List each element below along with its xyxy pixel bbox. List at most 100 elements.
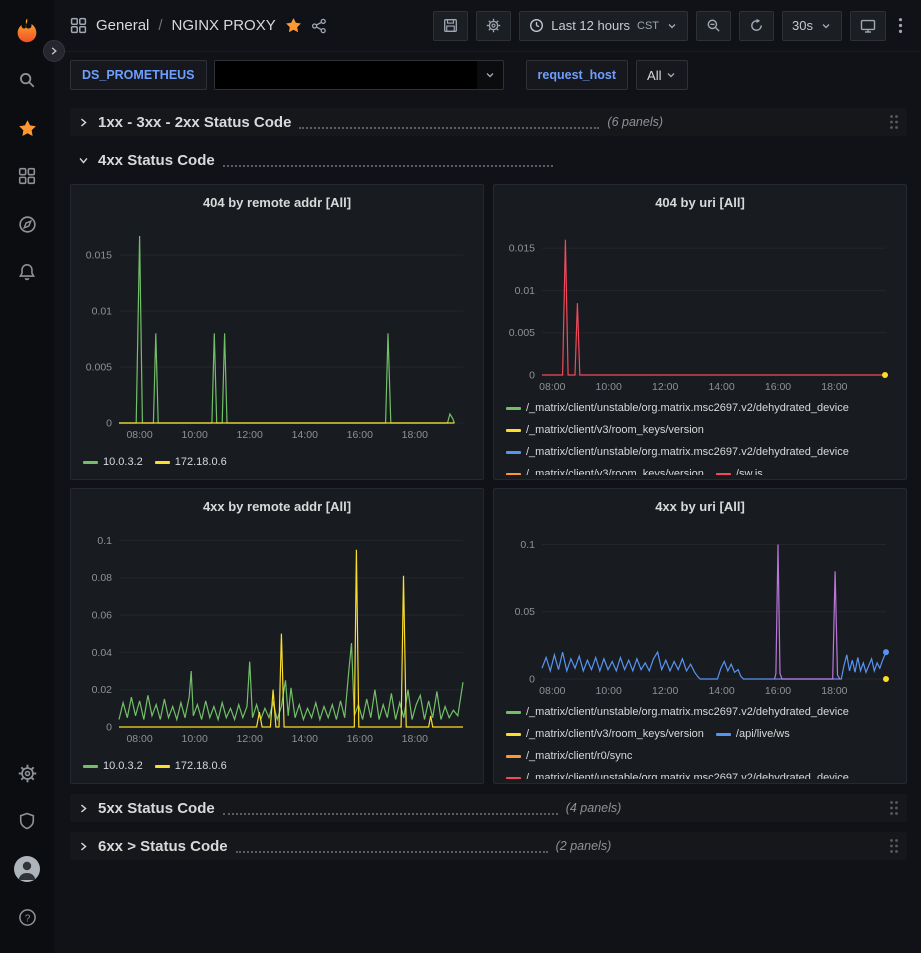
sidebar-item-help[interactable]: ?: [0, 893, 54, 941]
refresh-button[interactable]: [739, 11, 774, 41]
legend-item[interactable]: /_matrix/client/unstable/org.matrix.msc2…: [506, 701, 849, 723]
favorite-star-icon[interactable]: [285, 17, 302, 34]
sidebar-expand-chevron[interactable]: [43, 40, 65, 62]
panel-title[interactable]: 404 by uri [All]: [502, 191, 898, 217]
svg-text:0.05: 0.05: [515, 606, 536, 618]
svg-text:16:00: 16:00: [347, 733, 373, 745]
chevron-down-icon: [76, 155, 90, 166]
legend-item[interactable]: /api/live/ws: [716, 723, 790, 745]
request-host-variable-dropdown[interactable]: All: [636, 60, 688, 90]
sidebar-item-alerting[interactable]: [0, 248, 54, 296]
row-header-6xx[interactable]: 6xx > Status Code (2 panels): [70, 832, 907, 860]
grafana-app: ? General / NGINX PROXY: [0, 0, 921, 953]
legend-item[interactable]: /_matrix/client/unstable/org.matrix.msc2…: [506, 441, 849, 463]
chart-4xx-by-uri[interactable]: 00.050.108:0010:0012:0014:0016:0018:00: [502, 521, 898, 699]
panel-4xx-by-remote-addr: 4xx by remote addr [All] 00.020.040.060.…: [70, 488, 484, 784]
series-color-dash: [506, 473, 521, 476]
series-name: /_matrix/client/unstable/org.matrix.msc2…: [526, 772, 849, 779]
svg-text:?: ?: [24, 913, 30, 924]
series-name: /_matrix/client/v3/room_keys/version: [526, 728, 704, 740]
row-drag-handle[interactable]: [887, 114, 901, 130]
row-header-1xx-3xx-2xx[interactable]: 1xx - 3xx - 2xx Status Code (6 panels): [70, 108, 907, 136]
series-name: /_matrix/client/v3/room_keys/version: [526, 424, 704, 436]
sidebar-item-configuration[interactable]: [0, 749, 54, 797]
refresh-interval-picker[interactable]: 30s: [782, 11, 842, 41]
tv-mode-button[interactable]: [850, 11, 886, 41]
chevron-right-icon: [76, 117, 90, 128]
svg-text:0: 0: [529, 674, 535, 686]
breadcrumb-folder[interactable]: General: [96, 17, 149, 34]
svg-text:14:00: 14:00: [708, 381, 734, 393]
svg-text:18:00: 18:00: [821, 381, 847, 393]
legend-item[interactable]: /_matrix/client/unstable/org.matrix.msc2…: [506, 767, 849, 779]
svg-text:10:00: 10:00: [182, 429, 208, 441]
grafana-logo[interactable]: [12, 6, 42, 56]
legend-item[interactable]: /_matrix/client/v3/room_keys/version: [506, 723, 704, 745]
legend-item[interactable]: /_matrix/client/unstable/org.matrix.msc2…: [506, 397, 849, 419]
svg-text:0.04: 0.04: [92, 647, 113, 659]
legend-item[interactable]: 172.18.0.6: [155, 755, 227, 777]
legend-item[interactable]: 172.18.0.6: [155, 451, 227, 473]
sidebar-item-search[interactable]: [0, 56, 54, 104]
sidebar-item-server-admin[interactable]: [0, 797, 54, 845]
sidebar: ?: [0, 0, 54, 953]
row-header-4xx[interactable]: 4xx Status Code: [70, 146, 907, 174]
panel-404-by-remote-addr: 404 by remote addr [All] 00.0050.010.015…: [70, 184, 484, 480]
help-icon: ?: [18, 908, 37, 927]
timezone-label: CST: [637, 20, 659, 32]
chevron-down-icon: [477, 69, 503, 81]
row-title: 4xx Status Code: [98, 152, 215, 169]
dotted-leader: [299, 116, 599, 129]
sidebar-item-dashboards[interactable]: [0, 152, 54, 200]
datasource-variable-label[interactable]: DS_PROMETHEUS: [70, 60, 207, 90]
svg-text:08:00: 08:00: [539, 685, 565, 697]
legend-item[interactable]: /_matrix/client/r0/sync: [506, 745, 632, 767]
save-dashboard-button[interactable]: [433, 11, 468, 41]
kebab-menu-button[interactable]: [894, 11, 907, 41]
series-color-dash: [506, 429, 521, 432]
legend-item[interactable]: /_matrix/client/v3/room_keys/version: [506, 463, 704, 475]
star-icon: [18, 119, 37, 138]
row-title: 1xx - 3xx - 2xx Status Code: [98, 114, 291, 131]
gear-icon: [486, 18, 501, 33]
legend-item[interactable]: 10.0.3.2: [83, 451, 143, 473]
time-range-label: Last 12 hours: [551, 18, 630, 33]
row-drag-handle[interactable]: [887, 800, 901, 816]
chart-404-by-uri[interactable]: 00.0050.010.01508:0010:0012:0014:0016:00…: [502, 217, 898, 395]
refresh-interval-label: 30s: [792, 18, 813, 33]
panel-title[interactable]: 4xx by uri [All]: [502, 495, 898, 521]
series-color-dash: [716, 473, 731, 476]
series-name: /_matrix/client/unstable/org.matrix.msc2…: [526, 402, 849, 414]
series-color-dash: [506, 407, 521, 410]
zoom-out-icon: [706, 18, 721, 33]
legend-item[interactable]: /sw.js: [716, 463, 763, 475]
legend-item[interactable]: 10.0.3.2: [83, 755, 143, 777]
chart-4xx-by-remote-addr[interactable]: 00.020.040.060.080.108:0010:0012:0014:00…: [79, 521, 475, 747]
avatar: [14, 856, 40, 882]
bell-icon: [18, 263, 36, 281]
chevron-right-icon: [76, 803, 90, 814]
request-host-variable-label[interactable]: request_host: [526, 60, 629, 90]
chart-404-by-remote-addr[interactable]: 00.0050.010.01508:0010:0012:0014:0016:00…: [79, 217, 475, 443]
sidebar-item-profile[interactable]: [0, 845, 54, 893]
zoom-out-time-button[interactable]: [696, 11, 731, 41]
grafana-flame-icon: [12, 16, 42, 46]
share-icon[interactable]: [311, 18, 327, 34]
dashboard-title[interactable]: NGINX PROXY: [172, 17, 276, 34]
legend-item[interactable]: /_matrix/client/v3/room_keys/version: [506, 419, 704, 441]
time-range-picker[interactable]: Last 12 hours CST: [519, 11, 688, 41]
panel-title[interactable]: 404 by remote addr [All]: [79, 191, 475, 217]
row-drag-handle[interactable]: [887, 838, 901, 854]
svg-text:0.01: 0.01: [92, 306, 113, 318]
chevron-down-icon: [820, 20, 832, 32]
dashboards-grid-icon: [18, 167, 36, 185]
svg-text:16:00: 16:00: [765, 381, 791, 393]
svg-text:12:00: 12:00: [237, 733, 263, 745]
panel-title[interactable]: 4xx by remote addr [All]: [79, 495, 475, 521]
row-header-5xx[interactable]: 5xx Status Code (4 panels): [70, 794, 907, 822]
sidebar-item-starred[interactable]: [0, 104, 54, 152]
dotted-leader: [236, 840, 548, 853]
sidebar-item-explore[interactable]: [0, 200, 54, 248]
dashboard-settings-button[interactable]: [476, 11, 511, 41]
datasource-variable-dropdown[interactable]: [214, 60, 504, 90]
